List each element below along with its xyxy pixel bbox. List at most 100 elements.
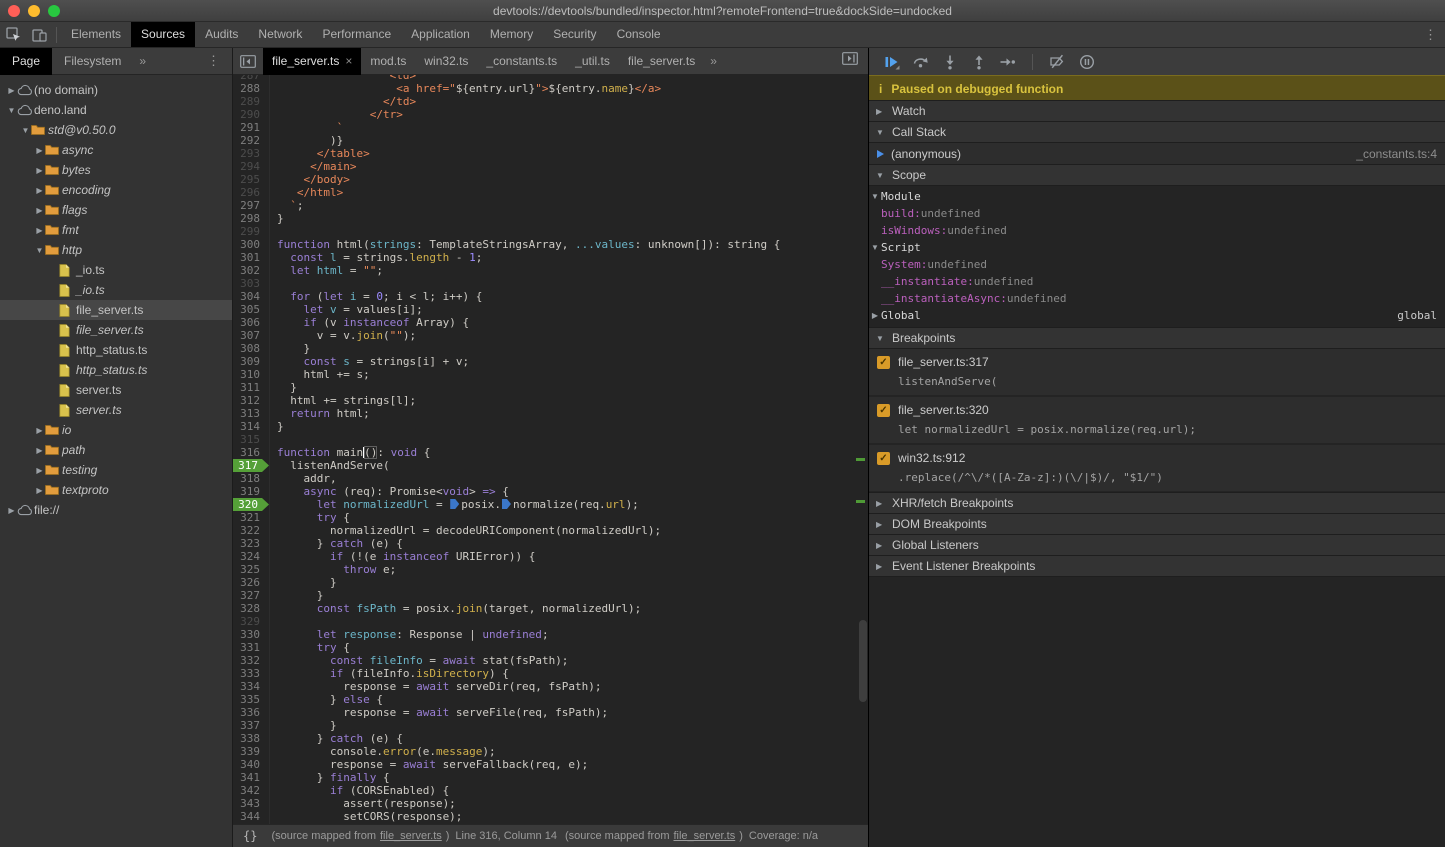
section-global-listeners[interactable]: ▶Global Listeners <box>869 534 1445 556</box>
line-number-302[interactable]: 302 <box>233 264 269 277</box>
tree-item-http_status.ts[interactable]: http_status.ts <box>0 360 232 380</box>
code-line-321[interactable]: 321 try { <box>233 511 868 524</box>
tab-console[interactable]: Console <box>607 22 671 47</box>
code-line-298[interactable]: 298} <box>233 212 868 225</box>
tree-item-http_status.ts[interactable]: http_status.ts <box>0 340 232 360</box>
tree-item-_io.ts[interactable]: _io.ts <box>0 280 232 300</box>
line-number-308[interactable]: 308 <box>233 342 269 355</box>
chevron-right-icon[interactable]: ▶ <box>34 206 45 215</box>
line-number-331[interactable]: 331 <box>233 641 269 654</box>
line-number-307[interactable]: 307 <box>233 329 269 342</box>
section-event-listener-breakpoints[interactable]: ▶Event Listener Breakpoints <box>869 555 1445 577</box>
tab-elements[interactable]: Elements <box>61 22 131 47</box>
line-number-332[interactable]: 332 <box>233 654 269 667</box>
scope-property-__instantiate[interactable]: __instantiate: undefined <box>869 273 1445 290</box>
tab-network[interactable]: Network <box>248 22 312 47</box>
code-line-340[interactable]: 340 response = await serveFallback(req, … <box>233 758 868 771</box>
section-dom-breakpoints[interactable]: ▶DOM Breakpoints <box>869 513 1445 535</box>
code-text[interactable]: response = await serveFallback(req, e); <box>269 758 588 771</box>
code-line-341[interactable]: 341 } finally { <box>233 771 868 784</box>
code-line-291[interactable]: 291 ` <box>233 121 868 134</box>
editor-tab-file_server.ts[interactable]: file_server.ts <box>619 48 704 75</box>
device-toolbar-icon[interactable] <box>26 22 52 48</box>
code-text[interactable]: )} <box>269 134 343 147</box>
breakpoint-checkbox[interactable]: ✓ <box>877 356 890 369</box>
code-line-296[interactable]: 296 </html> <box>233 186 868 199</box>
code-line-330[interactable]: 330 let response: Response | undefined; <box>233 628 868 641</box>
code-line-312[interactable]: 312 html += strings[l]; <box>233 394 868 407</box>
line-number-313[interactable]: 313 <box>233 407 269 420</box>
line-number-326[interactable]: 326 <box>233 576 269 589</box>
code-line-297[interactable]: 297 `; <box>233 199 868 212</box>
code-line-290[interactable]: 290 </tr> <box>233 108 868 121</box>
tree-item-bytes[interactable]: ▶bytes <box>0 160 232 180</box>
code-line-308[interactable]: 308 } <box>233 342 868 355</box>
code-text[interactable]: } <box>269 420 284 433</box>
code-text[interactable]: const s = strings[i] + v; <box>269 355 469 368</box>
code-line-288[interactable]: 288 <a href="${entry.url}">${entry.name}… <box>233 82 868 95</box>
line-number-343[interactable]: 343 <box>233 797 269 810</box>
close-tab-icon[interactable]: × <box>345 48 352 75</box>
code-line-337[interactable]: 337 } <box>233 719 868 732</box>
code-text[interactable]: } <box>269 719 337 732</box>
line-number-318[interactable]: 318 <box>233 472 269 485</box>
code-line-314[interactable]: 314} <box>233 420 868 433</box>
scope-group-module[interactable]: ▼Module <box>869 188 1445 205</box>
code-line-309[interactable]: 309 const s = strings[i] + v; <box>233 355 868 368</box>
hide-navigator-icon[interactable] <box>233 55 263 68</box>
chevron-right-icon[interactable]: ▶ <box>34 446 45 455</box>
navigator-menu-icon[interactable]: ⋮ <box>207 53 220 69</box>
code-line-302[interactable]: 302 let html = ""; <box>233 264 868 277</box>
scope-property-System[interactable]: System: undefined <box>869 256 1445 273</box>
code-text[interactable]: let html = ""; <box>269 264 383 277</box>
chevron-down-icon[interactable]: ▼ <box>6 106 17 115</box>
line-number-293[interactable]: 293 <box>233 147 269 160</box>
tree-item-http[interactable]: ▼http <box>0 240 232 260</box>
tree-item-encoding[interactable]: ▶encoding <box>0 180 232 200</box>
code-text[interactable]: ` <box>269 121 343 134</box>
code-line-311[interactable]: 311 } <box>233 381 868 394</box>
code-line-313[interactable]: 313 return html; <box>233 407 868 420</box>
tree-item-flags[interactable]: ▶flags <box>0 200 232 220</box>
tab-security[interactable]: Security <box>543 22 606 47</box>
scope-property-build[interactable]: build: undefined <box>869 205 1445 222</box>
breakpoint-entry-file_server.ts:317[interactable]: ✓file_server.ts:317listenAndServe( <box>869 349 1445 397</box>
line-number-319[interactable]: 319 <box>233 485 269 498</box>
line-number-306[interactable]: 306 <box>233 316 269 329</box>
code-line-315[interactable]: 315 <box>233 433 868 446</box>
tree-item-io[interactable]: ▶io <box>0 420 232 440</box>
line-number-314[interactable]: 314 <box>233 420 269 433</box>
breakpoint-checkbox[interactable]: ✓ <box>877 404 890 417</box>
chevron-right-icon[interactable]: ▶ <box>6 506 17 515</box>
code-text[interactable]: } <box>269 212 284 225</box>
line-number-300[interactable]: 300 <box>233 238 269 251</box>
code-line-319[interactable]: 319 async (req): Promise<void> => { <box>233 485 868 498</box>
code-text[interactable]: function main(): void { <box>269 446 430 459</box>
code-text[interactable]: setCORS(response); <box>269 810 462 823</box>
code-text[interactable]: } <box>269 589 323 602</box>
inspect-element-icon[interactable] <box>0 22 26 48</box>
section-xhr-fetch-breakpoints[interactable]: ▶XHR/fetch Breakpoints <box>869 492 1445 514</box>
code-text[interactable]: } finally { <box>269 771 390 784</box>
code-line-322[interactable]: 322 normalizedUrl = decodeURIComponent(n… <box>233 524 868 537</box>
line-number-303[interactable]: 303 <box>233 277 269 290</box>
breakpoint-entry-file_server.ts:320[interactable]: ✓file_server.ts:320let normalizedUrl = p… <box>869 397 1445 445</box>
deactivate-breakpoints-icon[interactable] <box>1049 54 1066 70</box>
pretty-print-button[interactable]: {} <box>243 829 257 843</box>
step-out-icon[interactable] <box>970 54 987 70</box>
line-number-330[interactable]: 330 <box>233 628 269 641</box>
code-text[interactable]: </td> <box>269 95 416 108</box>
code-text[interactable]: console.error(e.message); <box>269 745 496 758</box>
chevron-right-icon[interactable]: ▶ <box>34 186 45 195</box>
code-text[interactable]: } <box>269 342 310 355</box>
scope-group-script[interactable]: ▼Script <box>869 239 1445 256</box>
code-line-316[interactable]: 316function main(): void { <box>233 446 868 459</box>
line-number-315[interactable]: 315 <box>233 433 269 446</box>
line-number-297[interactable]: 297 <box>233 199 269 212</box>
code-line-339[interactable]: 339 console.error(e.message); <box>233 745 868 758</box>
code-text[interactable]: const l = strings.length - 1; <box>269 251 482 264</box>
line-number-294[interactable]: 294 <box>233 160 269 173</box>
code-line-320[interactable]: 320 let normalizedUrl = posix.normalize(… <box>233 498 868 511</box>
tab-performance[interactable]: Performance <box>312 22 401 47</box>
breakpoint-checkbox[interactable]: ✓ <box>877 452 890 465</box>
